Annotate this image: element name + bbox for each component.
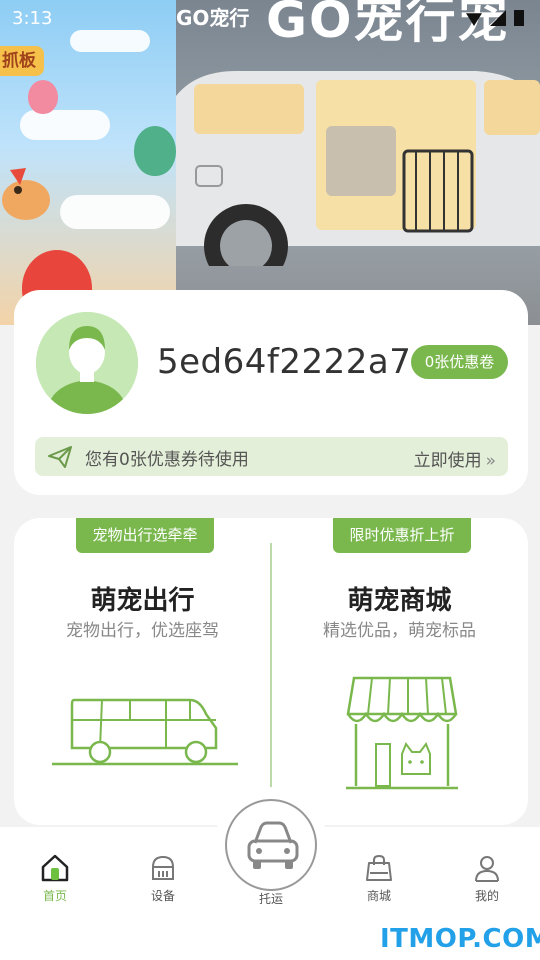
van-outline-icon: [52, 698, 238, 766]
pet-travel-title: 萌宠出行: [90, 586, 195, 616]
status-time: 3:13: [12, 8, 53, 29]
banner-slide-left[interactable]: 抓板: [0, 0, 176, 325]
paper-plane-icon: [48, 446, 72, 468]
nav-label-shipping: 托运: [258, 892, 283, 906]
status-icons: [466, 10, 524, 26]
nav-item-mine[interactable]: 我的: [452, 853, 522, 904]
pet-mall-title: 萌宠商城: [347, 586, 452, 616]
watermark-text: ITMOP.COM: [380, 924, 540, 954]
service-card: 宠物出行选牵牵 限时优惠折上折 萌宠出行 宠物出行，优选座驾 萌宠商城 精选优品…: [14, 518, 528, 825]
balloon-decoration: [134, 126, 176, 176]
coupon-count-badge[interactable]: 0张优惠卷: [411, 345, 508, 379]
travel-promo-tag: 宠物出行选牵牵: [76, 518, 214, 553]
mall-promo-tag: 限时优惠折上折: [333, 518, 471, 553]
wifi-icon: [466, 13, 482, 26]
nav-item-device[interactable]: 设备: [128, 853, 198, 904]
avatar[interactable]: [36, 312, 138, 414]
chevron-right-icon: »: [485, 451, 496, 471]
banner-slide-right[interactable]: GO宠行 GO宠行宠: [176, 0, 540, 325]
device-icon: [152, 855, 174, 880]
nav-item-home[interactable]: 首页: [20, 853, 90, 904]
coupon-message: 您有0张优惠券待使用: [85, 450, 249, 470]
user-icon: [475, 856, 499, 882]
status-bar: 3:13: [0, 0, 540, 38]
default-avatar-icon: [36, 312, 138, 414]
coupon-bar[interactable]: 您有0张优惠券待使用 立即使用»: [35, 437, 508, 476]
nav-item-mall[interactable]: 商城: [344, 853, 414, 904]
dog-illustration-icon: [2, 168, 50, 220]
nav-label-mine: 我的: [474, 889, 499, 903]
balloon-decoration: [28, 80, 58, 114]
use-coupon-label: 立即使用: [413, 451, 482, 471]
shopping-bag-icon: [366, 854, 392, 881]
nav-label-mall: 商城: [366, 889, 391, 903]
username: 5ed64f2222a7: [157, 342, 412, 382]
promo-banner[interactable]: 抓板 GO宠行 GO宠行宠: [0, 0, 540, 325]
cloud-decoration: [20, 110, 110, 140]
signal-icon: [490, 10, 506, 26]
battery-icon: [514, 10, 524, 26]
profile-card: 5ed64f2222a7 0张优惠卷 您有0张优惠券待使用 立即使用»: [14, 290, 528, 495]
use-coupon-link[interactable]: 立即使用»: [414, 446, 496, 471]
cloud-decoration: [60, 195, 170, 229]
nav-label-device: 设备: [150, 889, 175, 903]
car-icon: [247, 821, 299, 869]
pet-travel-subtitle: 宠物出行，优选座驾: [66, 621, 219, 641]
van-photo-icon: [176, 71, 540, 266]
banner-sign: 抓板: [0, 46, 44, 76]
home-icon: [41, 854, 69, 882]
pet-mall-subtitle: 精选优品，萌宠标品: [323, 621, 476, 641]
shop-storefront-icon: [346, 676, 458, 790]
nav-label-home: 首页: [42, 889, 67, 903]
nav-item-shipping[interactable]: [225, 799, 317, 891]
